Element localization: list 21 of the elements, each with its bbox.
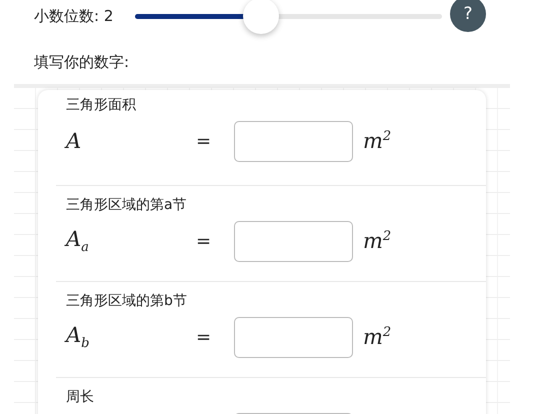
unit-label: m$^{2}$ — [363, 229, 392, 253]
variable-symbol: A$_{a}$ — [66, 226, 90, 256]
unit-label: m$^{2}$ — [363, 129, 392, 153]
section-label: 三角形区域的第b节 — [66, 292, 187, 310]
unit-label: m$^{2}$ — [363, 325, 392, 349]
section-label: 三角形面积 — [66, 96, 136, 114]
slider-thumb[interactable] — [242, 0, 279, 34]
slider-label: 小数位数: 2 — [34, 6, 114, 26]
section-label: 三角形区域的第a节 — [66, 196, 187, 214]
equals-sign: = — [196, 326, 212, 348]
prompt-text: 填写你的数字: — [34, 53, 130, 73]
slider[interactable] — [135, 0, 442, 34]
variable-symbol: A$_{b}$ — [66, 322, 90, 352]
answer-field[interactable] — [234, 316, 353, 358]
variable-symbol: A — [66, 129, 82, 153]
help-button[interactable]: ? — [450, 0, 486, 32]
section-label: 周长 — [66, 388, 94, 406]
answer-field[interactable] — [234, 220, 353, 262]
equals-sign: = — [196, 130, 212, 152]
answer-field[interactable] — [234, 120, 353, 162]
equals-sign: = — [196, 230, 212, 252]
